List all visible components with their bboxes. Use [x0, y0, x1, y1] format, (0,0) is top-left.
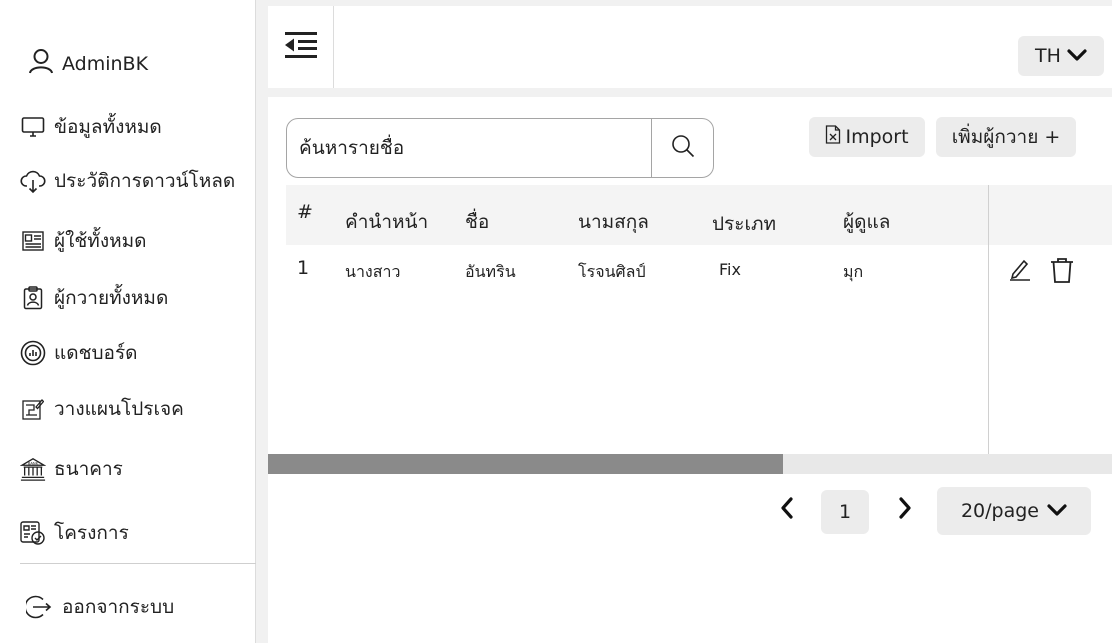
cloud-download-icon — [20, 168, 46, 194]
chevron-down-icon — [1039, 500, 1067, 522]
monitor-icon — [20, 114, 46, 140]
user-icon — [28, 48, 62, 79]
column-header-type[interactable]: ประเภท — [712, 209, 776, 239]
dashboard-chart-icon — [20, 340, 46, 366]
import-button[interactable]: Import — [809, 117, 925, 157]
next-page-button[interactable] — [898, 497, 912, 519]
search-button[interactable] — [651, 119, 713, 177]
bank-icon-text: BANK — [28, 462, 39, 466]
add-caretaker-button[interactable]: เพิ่มผู้กวาย + — [936, 117, 1076, 157]
row-caretaker: มุก — [843, 262, 864, 281]
column-header-last-name[interactable]: นามสกุล — [578, 207, 649, 237]
sidebar-item-label: ประวัติการดาวน์โหลด — [54, 170, 236, 192]
sidebar-item-label: แดชบอร์ด — [54, 342, 138, 364]
sidebar-user[interactable]: AdminBK — [28, 48, 148, 79]
column-header-index: # — [297, 201, 313, 223]
sidebar-item-all-caretakers[interactable]: ผู้กวายทั้งหมด — [20, 283, 168, 313]
logout-icon — [26, 594, 52, 620]
sidebar-item-projects[interactable]: โครงการ — [20, 518, 129, 548]
import-label: Import — [845, 126, 909, 148]
project-map-icon — [20, 520, 46, 546]
chevron-left-icon — [781, 497, 793, 519]
sidebar-divider — [20, 563, 256, 564]
collapse-sidebar-button[interactable] — [268, 6, 334, 88]
delete-button[interactable] — [1050, 257, 1074, 283]
column-header-title[interactable]: คำนำหน้า — [345, 207, 428, 237]
sidebar-item-label: ข้อมูลทั้งหมด — [54, 116, 162, 138]
sidebar-item-label: วางแผนโปรเจค — [54, 398, 184, 420]
sidebar-item-bank[interactable]: BANK ธนาคาร — [20, 454, 123, 484]
row-index: 1 — [297, 257, 310, 279]
blueprint-icon — [20, 396, 46, 422]
sidebar-item-dashboard[interactable]: แดชบอร์ด — [20, 338, 138, 368]
id-card-icon — [20, 228, 46, 254]
row-type: Fix — [719, 260, 741, 279]
sidebar-item-label: ผู้ใช้ทั้งหมด — [54, 230, 147, 252]
row-title: นางสาว — [345, 262, 401, 281]
horizontal-scrollbar[interactable] — [268, 454, 1112, 474]
logout-button[interactable]: ออกจากระบบ — [26, 592, 174, 622]
sidebar-item-all-data[interactable]: ข้อมูลทั้งหมด — [20, 112, 162, 142]
sidebar-item-label: ธนาคาร — [54, 458, 123, 480]
bank-icon: BANK — [20, 456, 46, 482]
page-number: 1 — [838, 501, 852, 523]
edit-button[interactable] — [1009, 257, 1031, 281]
top-bar: TH — [268, 6, 1112, 88]
search-box — [286, 118, 714, 178]
sidebar-user-name: AdminBK — [62, 52, 149, 75]
row-last-name: โรจนศิลป์ — [578, 262, 646, 281]
main-panel: Import เพิ่มผู้กวาย + # คำนำหน้า ชื่อ นา… — [268, 97, 1112, 643]
sidebar-item-label: โครงการ — [54, 522, 129, 544]
add-label: เพิ่มผู้กวาย + — [951, 126, 1061, 148]
chevron-down-icon — [1061, 45, 1087, 67]
trash-icon — [1051, 258, 1073, 283]
chevron-right-icon — [899, 497, 911, 519]
column-header-caretaker[interactable]: ผู้ดูแล — [843, 207, 890, 237]
page-number-button[interactable]: 1 — [821, 490, 869, 534]
menu-collapse-icon — [284, 32, 317, 62]
page-size-select[interactable]: 20/page — [937, 487, 1091, 535]
page-size-label: 20/page — [960, 500, 1040, 522]
fixed-column-divider — [988, 185, 989, 455]
search-input[interactable] — [287, 119, 651, 177]
sidebar-item-project-planning[interactable]: วางแผนโปรเจค — [20, 394, 184, 424]
sidebar: AdminBK ข้อมูลทั้งหมด ประวัติการดาวน์โหล… — [0, 0, 256, 643]
pencil-icon — [1010, 259, 1030, 281]
clipboard-user-icon — [20, 285, 46, 311]
logout-label: ออกจากระบบ — [62, 596, 175, 618]
language-label: TH — [1035, 45, 1061, 67]
sidebar-item-label: ผู้กวายทั้งหมด — [54, 287, 169, 309]
search-icon — [671, 134, 695, 162]
language-select[interactable]: TH — [1018, 36, 1104, 76]
row-first-name: อันทริน — [465, 262, 516, 281]
scrollbar-thumb[interactable] — [268, 454, 783, 474]
sidebar-item-download-history[interactable]: ประวัติการดาวน์โหลด — [20, 166, 235, 196]
prev-page-button[interactable] — [780, 497, 794, 519]
sidebar-item-all-users[interactable]: ผู้ใช้ทั้งหมด — [20, 226, 147, 256]
excel-file-icon — [825, 125, 845, 149]
column-header-first-name[interactable]: ชื่อ — [465, 207, 489, 237]
